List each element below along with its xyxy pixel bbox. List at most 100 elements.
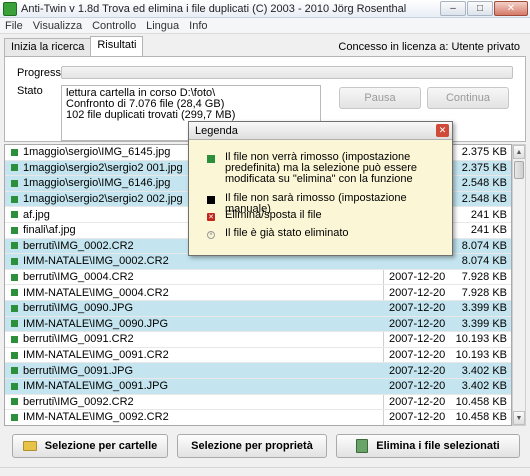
file-date: 2007-12-20	[389, 302, 446, 315]
file-path: berruti\IMG_0004.CR2	[23, 271, 134, 284]
minimize-button[interactable]: –	[440, 1, 466, 16]
keep-marker-icon[interactable]	[11, 226, 18, 234]
keep-marker-icon[interactable]	[11, 320, 18, 328]
license-text: Concesso in licenza a: Utente privato	[338, 41, 520, 53]
keep-marker-icon[interactable]	[11, 382, 18, 390]
keep-marker-icon[interactable]	[11, 242, 18, 250]
file-date: 2007-12-20	[389, 333, 446, 346]
file-row[interactable]: berruti\IMG_0091.JPG 2007-12-20 3.402 KB	[5, 363, 511, 379]
file-size: 3.399 KB	[461, 317, 507, 330]
file-row[interactable]: IMM-NATALE\IMG_0004.CR2 2007-12-20 7.928 K…	[5, 285, 511, 301]
legend-text: Il file non verrà rimosso (impostazione …	[225, 152, 418, 185]
folder-icon	[22, 441, 37, 451]
file-size: 7.928 KB	[461, 271, 507, 284]
scroll-down-icon[interactable]: ▼	[513, 411, 525, 425]
menu-info[interactable]: Info	[184, 20, 212, 32]
file-date: 2007-12-20	[389, 286, 446, 299]
keep-marker-icon[interactable]	[11, 195, 18, 203]
file-row[interactable]: IMM-NATALE\IMG_0091.JPG 2007-12-20 3.402 K…	[5, 378, 511, 395]
legend-title: Legenda	[189, 122, 452, 140]
menu-file[interactable]: File	[0, 20, 28, 32]
legend-item: × Il file è già stato eliminato	[207, 228, 447, 239]
file-path: IMM-NATALE\IMG_0091.JPG	[23, 380, 169, 393]
file-date: 2007-12-20	[389, 364, 446, 377]
file-date: 2007-12-20	[389, 317, 446, 330]
keep-marker-icon[interactable]	[11, 164, 18, 172]
file-path: berruti\IMG_0091.CR2	[23, 333, 134, 346]
vertical-scrollbar[interactable]: ▲ ▼	[512, 144, 526, 426]
pause-button[interactable]: Pausa	[339, 87, 421, 109]
select-by-folder-label: Selezione per cartelle	[44, 440, 158, 452]
file-row[interactable]: berruti\IMG_0004.CR2 2007-12-20 7.928 KB	[5, 270, 511, 286]
maximize-button[interactable]: □	[467, 1, 493, 16]
keep-marker-icon[interactable]	[11, 351, 18, 359]
continue-button[interactable]: Continua	[427, 87, 509, 109]
file-row[interactable]: IMM-NATALE\IMG_0090.JPG 2007-12-20 3.399 K…	[5, 316, 511, 333]
tab-start-search[interactable]: Inizia la ricerca	[4, 38, 92, 56]
file-size: 3.402 KB	[461, 364, 507, 377]
select-by-property-label: Selezione per proprietà	[191, 440, 313, 452]
delete-icon: ✕	[207, 213, 215, 221]
file-row[interactable]: berruti\IMG_0091.CR2 2007-12-20 10.193 KB	[5, 332, 511, 348]
file-date: 2007-12-20	[389, 380, 446, 393]
file-date: 2007-12-20	[389, 349, 446, 362]
file-path: berruti\IMG_0091.JPG	[23, 364, 134, 377]
file-date: 2007-12-20	[389, 395, 446, 408]
keep-default-icon	[207, 155, 215, 163]
file-path: berruti\IMG_0092.CR2	[23, 395, 134, 408]
file-row[interactable]: IMM-NATALE\IMG_0091.CR2 2007-12-20 10.193 …	[5, 348, 511, 364]
progress-label: Progresso	[17, 67, 68, 79]
file-size: 2.375 KB	[461, 161, 507, 174]
file-size: 241 KB	[470, 224, 507, 237]
file-row[interactable]: IMM-NATALE\IMG_0092.CR2 2007-12-20 10.458 …	[5, 410, 511, 425]
legend-close-icon[interactable]: ✕	[436, 124, 449, 137]
file-row[interactable]: berruti\IMG_0090.JPG 2007-12-20 3.399 KB	[5, 300, 511, 317]
keep-marker-icon[interactable]	[11, 335, 18, 343]
file-row[interactable]: IMM-NATALE\IMG_0002.CR2 8.074 KB	[5, 254, 511, 270]
keep-marker-icon[interactable]	[11, 273, 18, 281]
file-size: 2.548 KB	[461, 177, 507, 190]
file-path: berruti\IMG_0090.JPG	[23, 302, 134, 315]
window-controls: – □ ✕	[439, 1, 528, 16]
status-bar	[0, 467, 530, 476]
menu-language[interactable]: Lingua	[141, 20, 184, 32]
file-size: 8.074 KB	[461, 239, 507, 252]
keep-marker-icon[interactable]	[11, 211, 18, 219]
keep-marker-icon[interactable]	[11, 257, 18, 265]
keep-marker-icon[interactable]	[11, 304, 18, 312]
tab-results[interactable]: Risultati	[90, 36, 144, 56]
select-by-folder-button[interactable]: Selezione per cartelle	[12, 434, 168, 458]
keep-marker-icon[interactable]	[11, 179, 18, 187]
file-size: 8.074 KB	[461, 255, 507, 268]
tab-strip: Inizia la ricerca Risultati	[4, 36, 144, 56]
delete-selected-label: Elimina i file selezionati	[376, 440, 500, 452]
select-by-property-button[interactable]: Selezione per proprietà	[177, 434, 327, 458]
file-size: 3.402 KB	[461, 380, 507, 393]
file-size: 3.399 KB	[461, 302, 507, 315]
legend-item: Il file non verrà rimosso (impostazione …	[207, 152, 447, 185]
menu-view[interactable]: Visualizza	[28, 20, 87, 32]
file-row[interactable]: berruti\IMG_0092.CR2 2007-12-20 10.458 KB	[5, 395, 511, 411]
keep-marker-icon[interactable]	[11, 367, 18, 375]
keep-marker-icon[interactable]	[11, 289, 18, 297]
file-path: IMM-NATALE\IMG_0092.CR2	[23, 411, 169, 424]
keep-marker-icon[interactable]	[11, 398, 18, 406]
delete-selected-button[interactable]: Elimina i file selezionati	[336, 434, 520, 458]
file-size: 10.458 KB	[455, 395, 507, 408]
keep-marker-icon[interactable]	[11, 148, 18, 156]
menu-control[interactable]: Controllo	[87, 20, 141, 32]
status-line: 102 file duplicati trovati (299,7 MB)	[66, 109, 236, 121]
scroll-up-icon[interactable]: ▲	[513, 145, 525, 159]
status-label: Stato	[17, 85, 43, 97]
file-date: 2007-12-20	[389, 271, 446, 284]
scroll-thumb[interactable]	[514, 161, 524, 179]
window-title: Anti-Twin v 1.8d Trova ed elimina i file…	[21, 2, 407, 15]
file-path: IMM-NATALE\IMG_0004.CR2	[23, 286, 169, 299]
close-button[interactable]: ✕	[494, 1, 528, 16]
keep-marker-icon[interactable]	[11, 413, 18, 421]
file-size: 10.458 KB	[455, 411, 507, 424]
legend-text: Elimina/sposta il file	[225, 209, 322, 221]
legend-item: ✕ Elimina/sposta il file	[207, 210, 447, 221]
file-size: 241 KB	[470, 208, 507, 221]
file-path: IMM-NATALE\IMG_0090.JPG	[23, 317, 169, 330]
